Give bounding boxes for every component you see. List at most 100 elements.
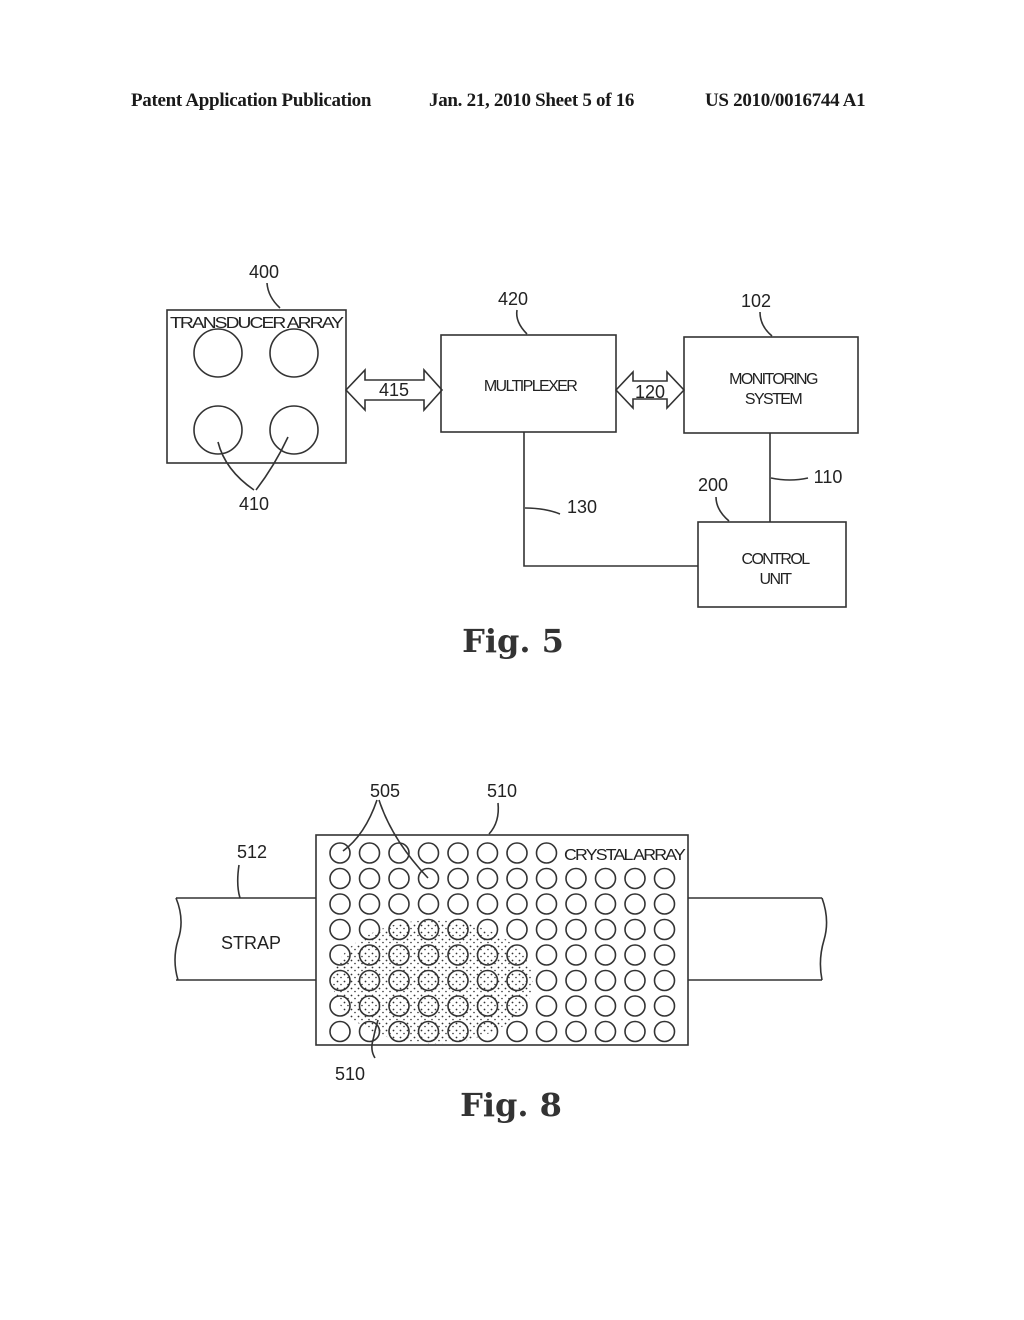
crystal-element [358, 867, 381, 890]
ref-510-region: 510 [335, 1064, 365, 1084]
crystal-element [329, 842, 351, 864]
monitoring-system-label-line2: SYSTEM [745, 391, 802, 408]
transducer-array-label: TRANSDUCER ARRAY [170, 315, 344, 332]
monitoring-system-label-line1: MONITORING [729, 371, 818, 388]
crystal-element [476, 867, 499, 890]
ref-110: 110 [814, 467, 843, 487]
crystal-element [535, 1020, 558, 1043]
figure-8-caption: Fig. 8 [460, 1086, 562, 1124]
transducer-element [269, 328, 319, 378]
leader-line-420 [515, 309, 528, 335]
crystal-element [624, 969, 646, 992]
crystal-element [653, 893, 676, 915]
crystal-element [506, 1020, 528, 1043]
crystal-element [653, 969, 676, 992]
crystal-element [624, 918, 646, 941]
crystal-element [565, 995, 587, 1017]
transducer-element [269, 405, 319, 455]
crystal-element [624, 944, 646, 966]
crystal-element [594, 918, 617, 941]
ref-505: 505 [370, 781, 400, 801]
crystal-element [358, 893, 381, 915]
crystal-element [388, 867, 410, 890]
leader-line-512 [236, 864, 241, 899]
ref-102: 102 [741, 291, 771, 311]
patent-drawing-sheet: TRANSDUCER ARRAY 410 400 415 MULTIPLEXER… [166, 262, 859, 1124]
crystal-element [447, 867, 469, 890]
crystal-element [506, 918, 528, 941]
crystal-element [565, 918, 587, 941]
crystal-element [535, 995, 558, 1017]
crystal-element [594, 944, 617, 966]
crystal-element [329, 893, 351, 915]
crystal-element [535, 842, 558, 864]
crystal-element [506, 842, 528, 864]
multiplexer-label: MULTIPLEXER [484, 378, 577, 395]
ref-415: 415 [379, 380, 409, 400]
ref-410: 410 [239, 494, 269, 514]
crystal-element [565, 867, 587, 890]
transducer-element [193, 328, 243, 378]
crystal-element [565, 944, 587, 966]
crystal-element [417, 842, 440, 864]
crystal-element [535, 918, 558, 941]
crystal-element [506, 867, 528, 890]
crystal-element [535, 867, 558, 890]
crystal-element [594, 995, 617, 1017]
bidirectional-link-415: 415 [344, 367, 444, 413]
crystal-element [624, 1020, 646, 1043]
control-unit-label-line2: UNIT [760, 571, 793, 588]
crystal-element [506, 893, 528, 915]
crystal-element [535, 944, 558, 966]
ref-130: 130 [567, 497, 597, 517]
leader-line-400 [266, 282, 281, 309]
crystal-element [624, 867, 646, 890]
figure-8: STRAP 512 CRYSTAL ARRAY 510 505 510 Fig.… [174, 781, 828, 1124]
ref-512: 512 [237, 842, 267, 862]
crystal-element [476, 893, 499, 915]
crystal-element [653, 995, 676, 1017]
crystal-element [535, 969, 558, 992]
control-unit-label-line1: CONTROL [741, 551, 810, 568]
crystal-element [594, 893, 617, 915]
leader-line-505 [342, 799, 429, 879]
connection-130: 130 [523, 432, 698, 567]
figure-5-caption: Fig. 5 [462, 622, 564, 660]
crystal-element [653, 1020, 676, 1043]
crystal-element [594, 867, 617, 890]
crystal-element [594, 1020, 617, 1043]
crystal-array-label: CRYSTAL ARRAY [564, 847, 686, 864]
ref-120: 120 [635, 382, 665, 402]
crystal-element [594, 969, 617, 992]
crystal-element [447, 893, 469, 915]
crystal-element [653, 918, 676, 941]
control-unit-block: CONTROL UNIT 200 [697, 475, 847, 608]
transducer-array-block: TRANSDUCER ARRAY 410 400 [166, 262, 347, 514]
multiplexer-block: MULTIPLEXER 420 [440, 289, 617, 433]
ref-400: 400 [249, 262, 279, 282]
crystal-element [565, 893, 587, 915]
figure-5: TRANSDUCER ARRAY 410 400 415 MULTIPLEXER… [166, 262, 859, 660]
crystal-element [653, 944, 676, 966]
crystal-element [417, 893, 440, 915]
connection-110: 110 [769, 433, 843, 522]
crystal-element [624, 995, 646, 1017]
strap-label: STRAP [221, 933, 281, 953]
crystal-element [447, 842, 469, 864]
crystal-element [565, 969, 587, 992]
crystal-element [476, 842, 499, 864]
crystal-element [388, 893, 410, 915]
transducer-element [193, 405, 243, 455]
bidirectional-link-120: 120 [614, 369, 686, 411]
leader-line-102 [759, 311, 773, 337]
crystal-element [653, 867, 676, 890]
crystal-element [535, 893, 558, 915]
monitoring-system-block: MONITORING SYSTEM 102 [683, 291, 859, 434]
crystal-element [329, 918, 351, 941]
leader-line-200 [715, 496, 730, 522]
ref-510-array: 510 [487, 781, 517, 801]
ref-420: 420 [498, 289, 528, 309]
crystal-element [329, 867, 351, 890]
crystal-array: CRYSTAL ARRAY 510 [315, 781, 689, 1046]
crystal-element [565, 1020, 587, 1043]
